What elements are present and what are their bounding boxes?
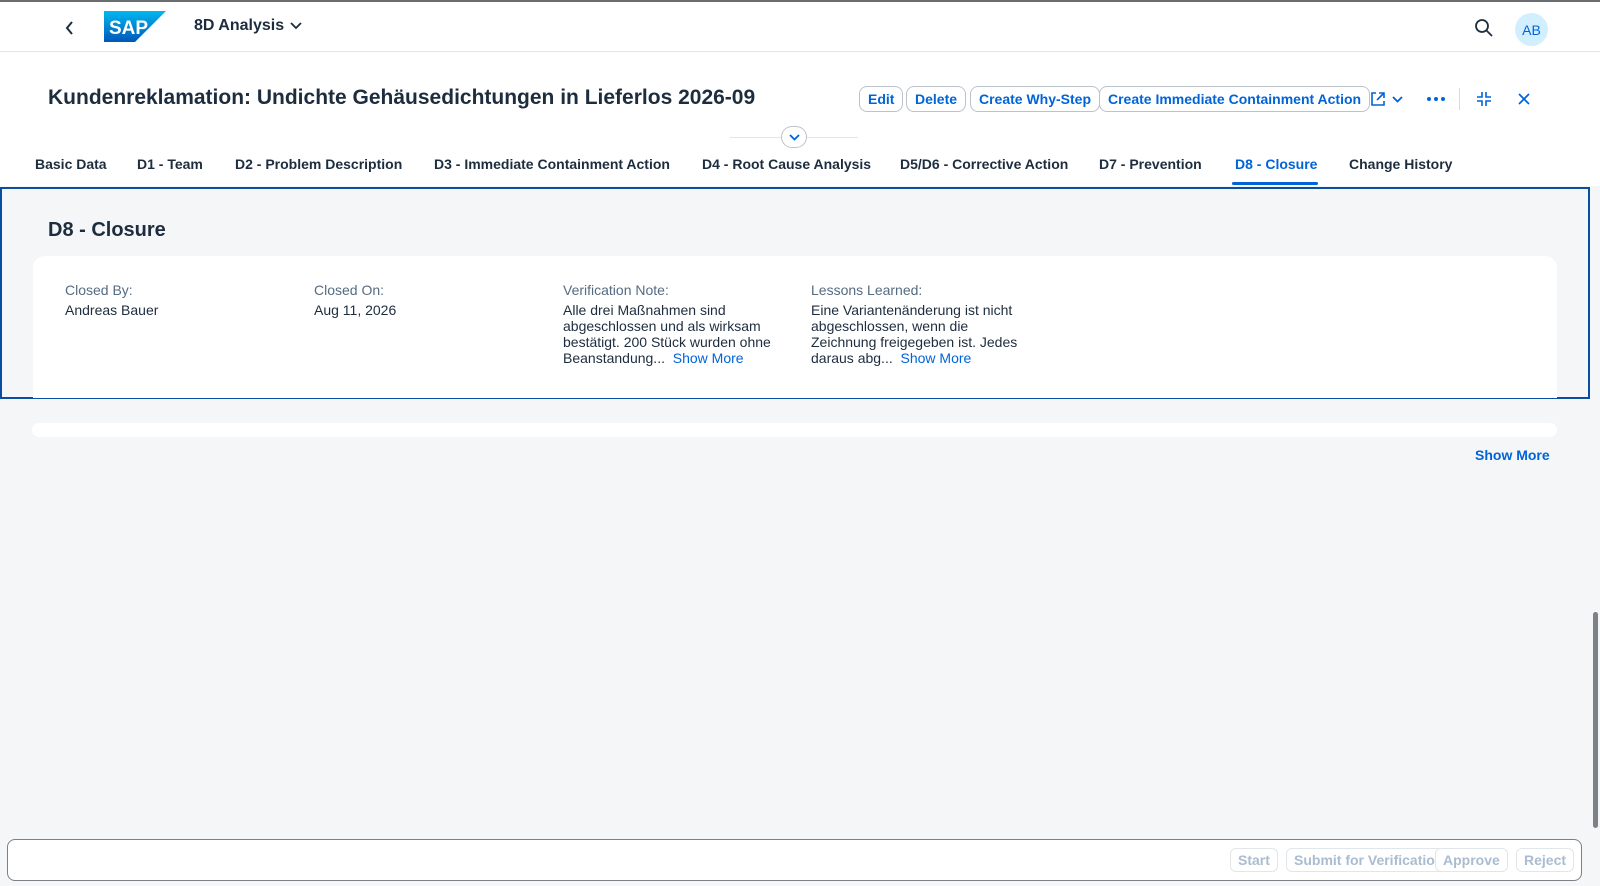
exit-fullscreen-button[interactable] [1472,86,1496,112]
field-label: Lessons Learned: [811,282,923,298]
edit-button[interactable]: Edit [859,86,904,112]
overflow-icon [1427,97,1445,101]
tab-d3-immediate-containment-action[interactable]: D3 - Immediate Containment Action [434,156,670,172]
show-more-button[interactable]: Show More [1475,447,1550,463]
lessons-learned-field: Lessons Learned: Eine Variantenänderung … [811,282,1023,366]
chevron-down-icon [1391,95,1403,103]
back-button[interactable] [58,16,82,40]
share-icon [1370,92,1385,106]
tab-d5-d6-corrective-action[interactable]: D5/D6 - Corrective Action [900,156,1068,172]
more-actions-button[interactable] [1424,86,1448,112]
app-title: 8D Analysis [194,17,285,34]
svg-text:SAP: SAP [109,18,148,39]
submit-for-verification-button[interactable]: Submit for Verification [1286,848,1452,872]
divider [1459,88,1460,110]
tab-d4-root-cause-analysis[interactable]: D4 - Root Cause Analysis [702,156,871,172]
show-more-link[interactable]: Show More [673,350,744,366]
tab-d2-problem-description[interactable]: D2 - Problem Description [235,156,402,172]
verification-note-field: Verification Note: Alle drei Maßnahmen s… [563,282,775,366]
collapse-header-button[interactable] [781,126,807,148]
active-tab-indicator [1232,182,1318,185]
field-value: Alle drei Maßnahmen sind abgeschlossen u… [563,302,775,366]
sap-logo[interactable]: SAP [104,11,166,42]
create-containment-action-button[interactable]: Create Immediate Containment Action [1099,86,1371,112]
field-value: Andreas Bauer [65,302,159,318]
share-menu-button[interactable] [1366,86,1406,112]
exit-fullscreen-icon [1477,92,1491,106]
closed-on-field: Closed On: Aug 11, 2026 [314,282,526,318]
closed-by-field: Closed By: Andreas Bauer [65,282,277,318]
d8-closure-section: D8 - Closure Closed By: Andreas Bauer Cl… [0,187,1590,399]
chevron-left-icon [65,21,73,35]
anchor-tab-bar: Basic Data D1 - Team D2 - Problem Descri… [0,152,1600,186]
avatar[interactable]: AB [1515,13,1548,46]
chevron-down-icon [290,22,302,30]
field-value: Aug 11, 2026 [314,302,397,318]
divider [730,137,782,138]
create-why-step-button[interactable]: Create Why-Step [970,86,1101,112]
field-label: Closed On: [314,282,385,298]
tab-change-history[interactable]: Change History [1349,156,1452,172]
scrollbar-thumb[interactable] [1593,612,1598,828]
tab-d1-team[interactable]: D1 - Team [137,156,203,172]
close-button[interactable] [1512,86,1536,112]
tab-d7-prevention[interactable]: D7 - Prevention [1099,156,1202,172]
search-icon[interactable] [1474,18,1494,38]
field-value: Eine Variantenänderung ist nicht abgesch… [811,302,1023,366]
approve-button[interactable]: Approve [1435,848,1508,872]
closure-form-card: Closed By: Andreas Bauer Closed On: Aug … [33,256,1557,398]
divider [806,137,858,138]
shell-bar: SAP 8D Analysis AB [0,0,1600,52]
close-icon [1518,93,1530,105]
chevron-down-icon [788,133,800,141]
reject-button[interactable]: Reject [1516,848,1575,872]
start-button[interactable]: Start [1230,848,1278,872]
show-more-link[interactable]: Show More [901,350,972,366]
page-title: Kundenreklamation: Undichte Gehäusedicht… [48,86,756,109]
empty-card [32,423,1557,437]
object-header: Kundenreklamation: Undichte Gehäusedicht… [0,52,1600,186]
field-label: Verification Note: [563,282,669,298]
tab-basic-data[interactable]: Basic Data [35,156,107,172]
app-title-menu[interactable]: 8D Analysis [194,17,302,35]
field-label: Closed By: [65,282,133,298]
section-title: D8 - Closure [48,219,166,241]
footer-toolbar: Start Submit for Verification Approve Re… [7,839,1582,881]
delete-button[interactable]: Delete [906,86,967,112]
tab-d8-closure[interactable]: D8 - Closure [1235,156,1317,172]
